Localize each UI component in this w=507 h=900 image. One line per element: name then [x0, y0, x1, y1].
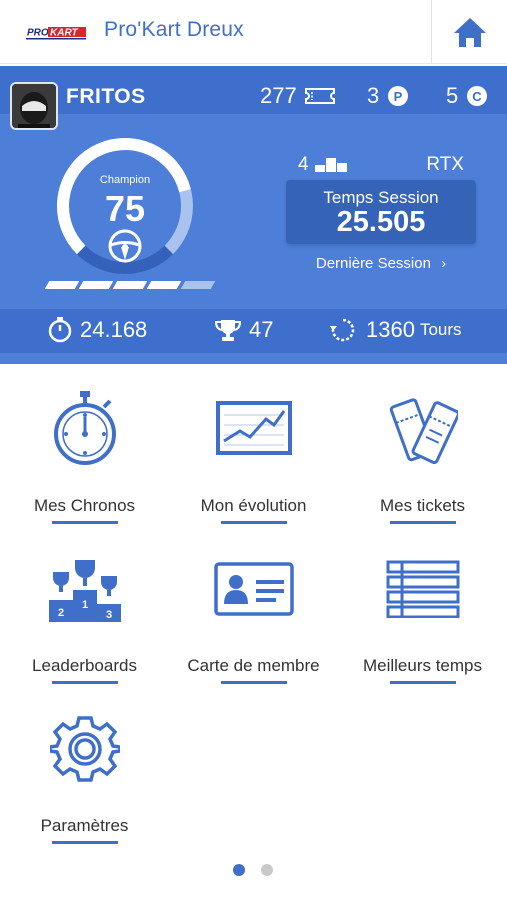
- session-time-box[interactable]: Temps Session 25.505: [286, 180, 476, 244]
- menu-label: Mes Chronos: [33, 496, 136, 515]
- session-title: Temps Session: [323, 188, 439, 207]
- page-dot-1[interactable]: [233, 864, 245, 876]
- points-coin-icon: P: [388, 86, 409, 106]
- credits-value: 5: [446, 83, 459, 108]
- menu-label: Mes tickets: [379, 496, 466, 515]
- laps-value: 1360: [366, 317, 415, 342]
- page-indicator: [233, 864, 273, 876]
- menu-item-leaderboards[interactable]: 2 1 3 Leaderboards: [0, 546, 169, 696]
- menu-item-carte-de-membre[interactable]: Carte de membre: [169, 546, 338, 696]
- trophy-icon: [215, 320, 241, 341]
- member-card-icon: [213, 562, 294, 616]
- menu-label: Leaderboards: [32, 656, 137, 675]
- svg-text:PRO: PRO: [27, 28, 49, 39]
- menu-underline: [390, 521, 456, 524]
- rank-value: 4: [298, 154, 309, 175]
- podium-icon: 2 1 3: [48, 560, 121, 622]
- progress-segment: [146, 281, 182, 289]
- session-time: 25.505: [336, 206, 426, 238]
- home-icon: [453, 18, 486, 47]
- menu-label: Paramètres: [40, 816, 129, 835]
- menu-underline: [221, 681, 287, 684]
- page-dot-2[interactable]: [261, 864, 273, 876]
- menu-label: Mon évolution: [200, 496, 307, 515]
- progress-segment: [112, 281, 148, 289]
- credits-count: 5 C: [446, 83, 488, 109]
- points-value: 3: [367, 83, 380, 108]
- best-time-stat: 24.168: [48, 317, 147, 343]
- tickets-value: 277: [260, 83, 297, 108]
- menu-underline: [52, 681, 118, 684]
- credits-coin-icon: C: [467, 86, 488, 106]
- svg-text:KART: KART: [50, 28, 78, 39]
- menu-underline: [221, 521, 287, 524]
- stopwatch-small-icon: [48, 317, 72, 343]
- trophies-stat: 47: [215, 317, 273, 343]
- tickets-icon: [389, 398, 458, 464]
- trophies-value: 47: [249, 317, 274, 342]
- menu-label: Carte de membre: [187, 656, 320, 675]
- last-session-link[interactable]: Dernière Session ›: [286, 255, 476, 272]
- menu-item-mes-chronos[interactable]: Mes Chronos: [0, 386, 169, 536]
- profile-panel: FRITOS 277 3 P 5 C Champion 75 4 RTX Tem…: [0, 66, 507, 364]
- podium-small-icon: [314, 158, 347, 172]
- last-session-label: Dernière Session: [315, 255, 431, 272]
- menu-item-parametres[interactable]: Paramètres: [0, 706, 169, 856]
- ticket-icon: [304, 88, 335, 104]
- tickets-count: 277: [260, 83, 335, 109]
- list-icon: [386, 560, 459, 618]
- chart-icon: [215, 401, 292, 455]
- menu-underline: [52, 841, 118, 844]
- home-button[interactable]: [431, 0, 507, 64]
- stopwatch-icon: [53, 391, 116, 465]
- menu-underline: [52, 521, 118, 524]
- svg-text:2: 2: [57, 607, 63, 619]
- laps-unit: Tours: [419, 320, 462, 339]
- app-header: PRO KART Pro'Kart Dreux: [0, 0, 507, 64]
- svg-text:C: C: [473, 89, 483, 104]
- menu-item-mon-evolution[interactable]: Mon évolution: [169, 386, 338, 536]
- progress-segment: [78, 281, 114, 289]
- progress-segment: [44, 281, 80, 289]
- kart-name: RTX: [426, 154, 464, 175]
- menu-item-mes-tickets[interactable]: Mes tickets: [338, 386, 507, 536]
- level-progress-bar: [44, 281, 216, 289]
- menu-item-meilleurs-temps[interactable]: Meilleurs temps: [338, 546, 507, 696]
- rank: 4: [298, 154, 347, 176]
- stats-bar: 24.168 47 1360 Tours: [0, 309, 507, 353]
- chevron-right-icon: ›: [441, 255, 447, 272]
- svg-text:P: P: [394, 89, 403, 104]
- menu-label: Meilleurs temps: [362, 656, 483, 675]
- svg-text:1: 1: [81, 599, 87, 611]
- laps-loop-icon: [330, 318, 355, 342]
- svg-text:3: 3: [105, 609, 111, 621]
- laps-stat: 1360 Tours: [328, 317, 462, 343]
- level-label: Champion: [99, 174, 151, 186]
- menu-underline: [390, 681, 456, 684]
- points-count: 3 P: [367, 83, 409, 109]
- steering-wheel-icon: [108, 229, 142, 263]
- app-title: Pro'Kart Dreux: [104, 18, 244, 41]
- avatar[interactable]: [10, 82, 58, 130]
- progress-segment: [180, 281, 216, 289]
- level-value: 75: [104, 188, 146, 229]
- username: FRITOS: [66, 85, 146, 108]
- gear-icon: [49, 716, 120, 782]
- best-time-value: 24.168: [80, 317, 148, 342]
- prokart-logo: PRO KART: [26, 24, 86, 40]
